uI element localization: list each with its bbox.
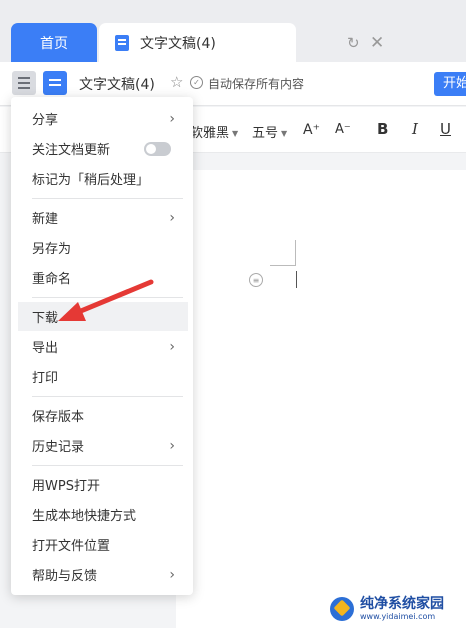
chevron-right-icon: › [169, 566, 175, 583]
font-family-value: 软雅黑 [190, 126, 230, 141]
menu-item-print[interactable]: 打印 [11, 362, 193, 391]
watermark-logo-icon [330, 597, 354, 621]
menu-item-label: 下载 [32, 311, 59, 326]
menu-item-label: 历史记录 [32, 440, 85, 455]
star-icon[interactable]: ☆ [170, 73, 183, 91]
autosave-check-icon: ✓ [190, 76, 203, 89]
menu-divider [32, 297, 183, 298]
watermark-name: 纯净系统家园 [360, 596, 444, 612]
text-cursor [296, 271, 297, 288]
caret-down-icon: ▼ [232, 129, 239, 138]
close-icon[interactable]: ✕ [370, 33, 384, 53]
chevron-right-icon: › [169, 110, 175, 127]
main-menu-dropdown: 分享 › 关注文档更新 标记为「稍后处理」 新建 › 另存为 重命名 下载 导出 › … [11, 97, 193, 595]
menu-item-label: 用WPS打开 [32, 479, 100, 494]
menu-item-label: 新建 [32, 212, 59, 227]
font-family-select[interactable]: 软雅黑 ▼ [190, 122, 238, 141]
menu-item-rename[interactable]: 重命名 [11, 263, 193, 292]
decrease-font-button[interactable]: A⁻ [335, 122, 351, 137]
tab-document-label: 文字文稿(4) [140, 35, 216, 52]
paragraph-handle-icon[interactable]: ≡ [249, 273, 263, 287]
menu-item-label: 重命名 [32, 272, 72, 287]
start-tab-button[interactable]: 开始 [434, 72, 466, 96]
menu-item-label: 标记为「稍后处理」 [32, 173, 150, 188]
chevron-right-icon: › [169, 338, 175, 355]
document-page[interactable] [176, 170, 466, 628]
menu-item-download[interactable]: 下载 [18, 302, 188, 331]
chevron-right-icon: › [169, 437, 175, 454]
document-icon [115, 34, 129, 51]
menu-item-label: 关注文档更新 [32, 143, 111, 158]
autosave-status: 自动保存所有内容 [208, 77, 305, 91]
menu-item-open-wps[interactable]: 用WPS打开 [11, 470, 193, 499]
menu-item-label: 另存为 [32, 242, 72, 257]
underline-button[interactable]: U [440, 120, 451, 138]
menu-item-save-version[interactable]: 保存版本 [11, 401, 193, 430]
menu-item-label: 打开文件位置 [32, 539, 111, 554]
menu-item-share[interactable]: 分享 › [11, 104, 193, 133]
font-size-select[interactable]: 五号 ▼ [252, 122, 287, 141]
menu-item-label: 保存版本 [32, 410, 85, 425]
menu-item-label: 导出 [32, 341, 59, 356]
document-icon [43, 71, 67, 95]
caret-down-icon: ▼ [281, 129, 288, 138]
menu-divider [32, 198, 183, 199]
reload-icon[interactable]: ↻ [347, 34, 360, 52]
font-size-value: 五号 [252, 126, 279, 141]
bold-button[interactable]: B [377, 120, 388, 138]
chevron-right-icon: › [169, 209, 175, 226]
menu-item-mark-later[interactable]: 标记为「稍后处理」 [11, 164, 193, 193]
menu-item-save-as[interactable]: 另存为 [11, 233, 193, 262]
menu-item-help[interactable]: 帮助与反馈 › [11, 560, 193, 589]
increase-font-button[interactable]: A⁺ [303, 122, 320, 138]
menu-item-follow-updates[interactable]: 关注文档更新 [11, 134, 193, 163]
main-menu-button[interactable] [12, 71, 36, 95]
page-margin-marker [270, 240, 296, 266]
menu-item-open-location[interactable]: 打开文件位置 [11, 530, 193, 559]
menu-divider [32, 396, 183, 397]
menu-item-label: 打印 [32, 371, 59, 386]
tab-document[interactable]: 文字文稿(4) ↻ ✕ [99, 23, 384, 62]
follow-toggle[interactable] [144, 141, 171, 156]
menu-item-export[interactable]: 导出 › [11, 332, 193, 361]
italic-button[interactable]: I [412, 120, 418, 138]
menu-item-new[interactable]: 新建 › [11, 203, 193, 232]
menu-item-label: 生成本地快捷方式 [32, 509, 137, 524]
menu-item-create-shortcut[interactable]: 生成本地快捷方式 [11, 500, 193, 529]
menu-item-label: 帮助与反馈 [32, 569, 98, 584]
tab-home[interactable]: 首页 [11, 23, 97, 62]
menu-item-history[interactable]: 历史记录 › [11, 431, 193, 460]
document-title[interactable]: 文字文稿(4) [79, 74, 155, 94]
menu-divider [32, 465, 183, 466]
watermark-url: www.yidaimei.com [360, 612, 436, 621]
tab-bar: 首页 文字文稿(4) ↻ ✕ [0, 0, 466, 62]
menu-item-label: 分享 [32, 113, 59, 128]
watermark: 纯净系统家园 www.yidaimei.com [330, 590, 466, 628]
